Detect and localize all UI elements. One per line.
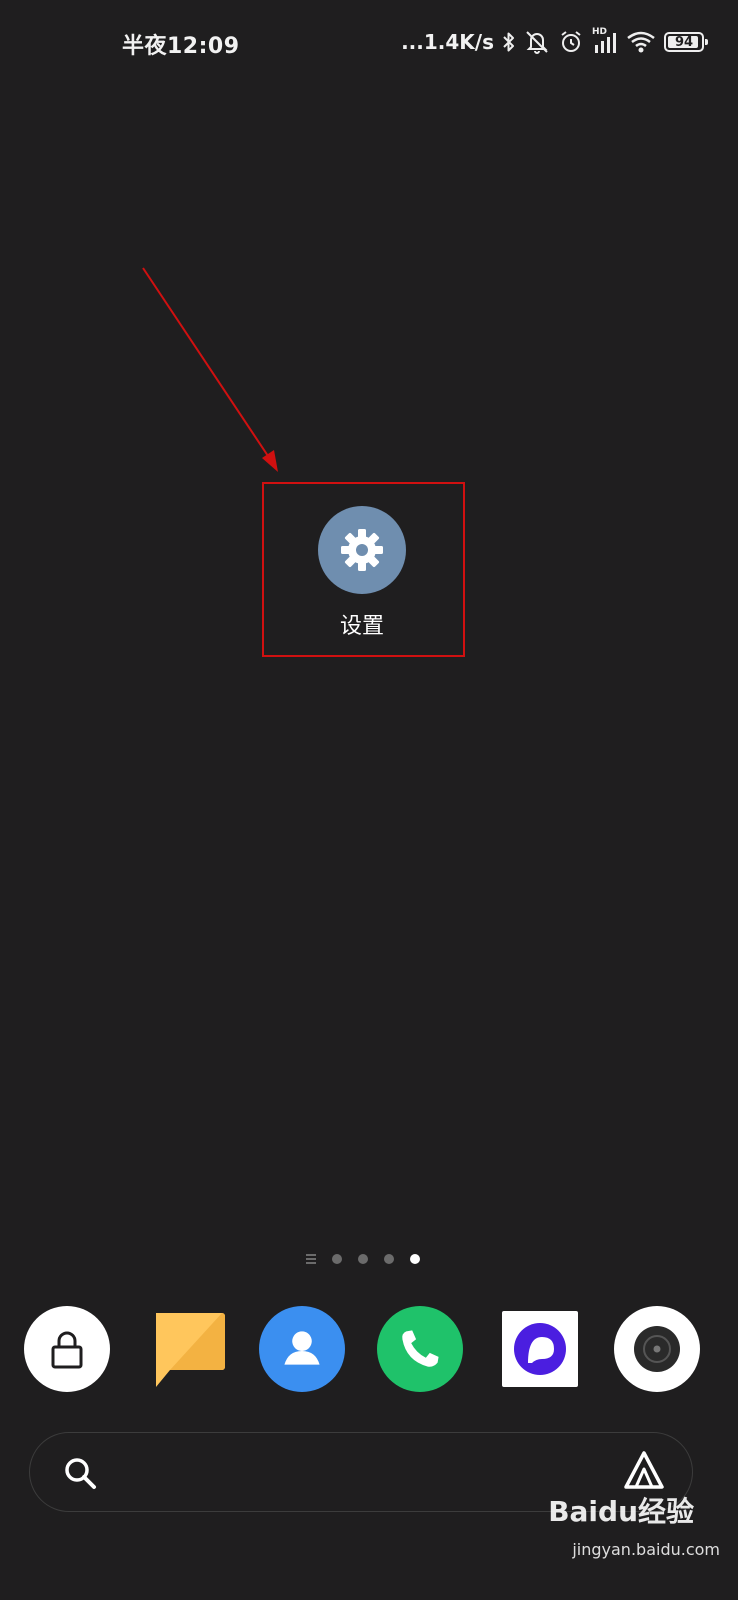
phone-icon bbox=[377, 1306, 463, 1392]
search-icon bbox=[65, 1458, 96, 1489]
page-dot bbox=[384, 1254, 394, 1264]
contacts-icon bbox=[259, 1306, 345, 1392]
lock-icon bbox=[24, 1306, 110, 1392]
camera-icon bbox=[614, 1306, 700, 1392]
browser-app[interactable] bbox=[497, 1306, 583, 1392]
watermark-url: jingyan.baidu.com bbox=[572, 1540, 720, 1559]
page-dot bbox=[358, 1254, 368, 1264]
assistant-icon[interactable] bbox=[622, 1449, 666, 1493]
watermark-brand: Baidu经验 bbox=[548, 1495, 694, 1528]
page-dot bbox=[332, 1254, 342, 1264]
gear-icon bbox=[318, 506, 406, 594]
lock-screen-app[interactable] bbox=[24, 1306, 110, 1392]
notes-app[interactable] bbox=[146, 1306, 232, 1392]
settings-app-label: 设置 bbox=[339, 614, 384, 639]
notes-icon bbox=[156, 1313, 225, 1387]
camera-app[interactable] bbox=[614, 1306, 700, 1392]
contacts-app[interactable] bbox=[259, 1306, 345, 1392]
page-indicator[interactable] bbox=[306, 1254, 420, 1264]
page-dot-active bbox=[410, 1254, 420, 1264]
app-drawer-indicator-icon bbox=[306, 1254, 316, 1264]
phone-app[interactable] bbox=[377, 1306, 463, 1392]
browser-icon bbox=[502, 1311, 578, 1387]
battery-level: 94 bbox=[674, 34, 694, 50]
watermark-logo: Baidu经验 bbox=[548, 1490, 694, 1530]
settings-app[interactable]: 设置 bbox=[300, 506, 424, 640]
